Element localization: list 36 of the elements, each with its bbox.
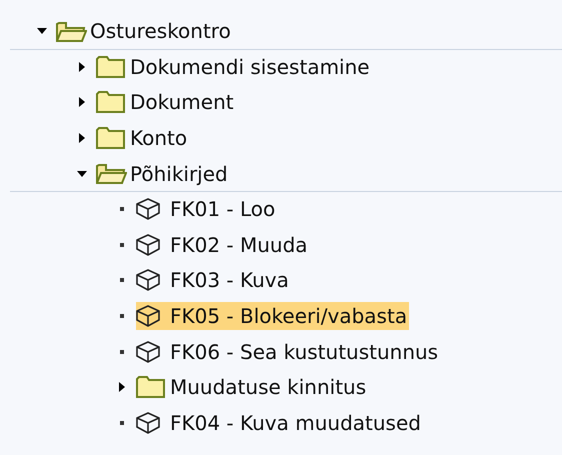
bullet-icon [120, 278, 124, 282]
tree-item[interactable]: Dokumendi sisestamine [128, 52, 372, 81]
cube-icon [136, 269, 160, 292]
tree-item[interactable]: FK05 - Blokeeri/vabasta [168, 302, 410, 330]
open-folder-icon [96, 162, 127, 186]
folder-icon [96, 54, 125, 79]
bullet-icon [120, 350, 124, 354]
folder-icon [136, 375, 165, 400]
bullet-icon [120, 207, 124, 212]
tree-item[interactable]: FK02 - Muuda [168, 230, 310, 259]
cube-icon [136, 340, 160, 363]
tree-item[interactable]: FK03 - Kuva [168, 266, 291, 294]
collapse-arrow-icon[interactable] [77, 170, 87, 178]
tree-item[interactable]: FK01 - Loo [168, 195, 278, 224]
cube-icon [136, 412, 160, 434]
bullet-icon [120, 420, 124, 425]
cube-icon [136, 234, 160, 256]
tree-item[interactable]: Dokument [128, 88, 236, 116]
tree-item[interactable]: Konto [128, 124, 190, 152]
expand-arrow-icon[interactable] [78, 133, 86, 144]
bullet-icon [120, 314, 124, 318]
folder-icon [96, 126, 125, 150]
tree-item[interactable]: FK06 - Sea kustutustunnus [168, 338, 440, 366]
bullet-icon [120, 242, 124, 247]
tree-item[interactable]: FK04 - Kuva muudatused [168, 408, 423, 437]
expand-arrow-icon[interactable] [78, 97, 86, 108]
tree-item[interactable]: Muudatuse kinnitus [168, 373, 368, 402]
cube-icon [136, 198, 160, 220]
tree-item[interactable]: Ostureskontro [88, 17, 233, 46]
expand-arrow-icon[interactable] [118, 382, 126, 392]
folder-icon [96, 90, 125, 114]
open-folder-icon [56, 20, 87, 43]
collapse-arrow-icon[interactable] [37, 27, 47, 36]
cube-icon [136, 305, 160, 328]
expand-arrow-icon[interactable] [78, 62, 86, 72]
tree-item[interactable]: Põhikirjed [128, 160, 230, 188]
